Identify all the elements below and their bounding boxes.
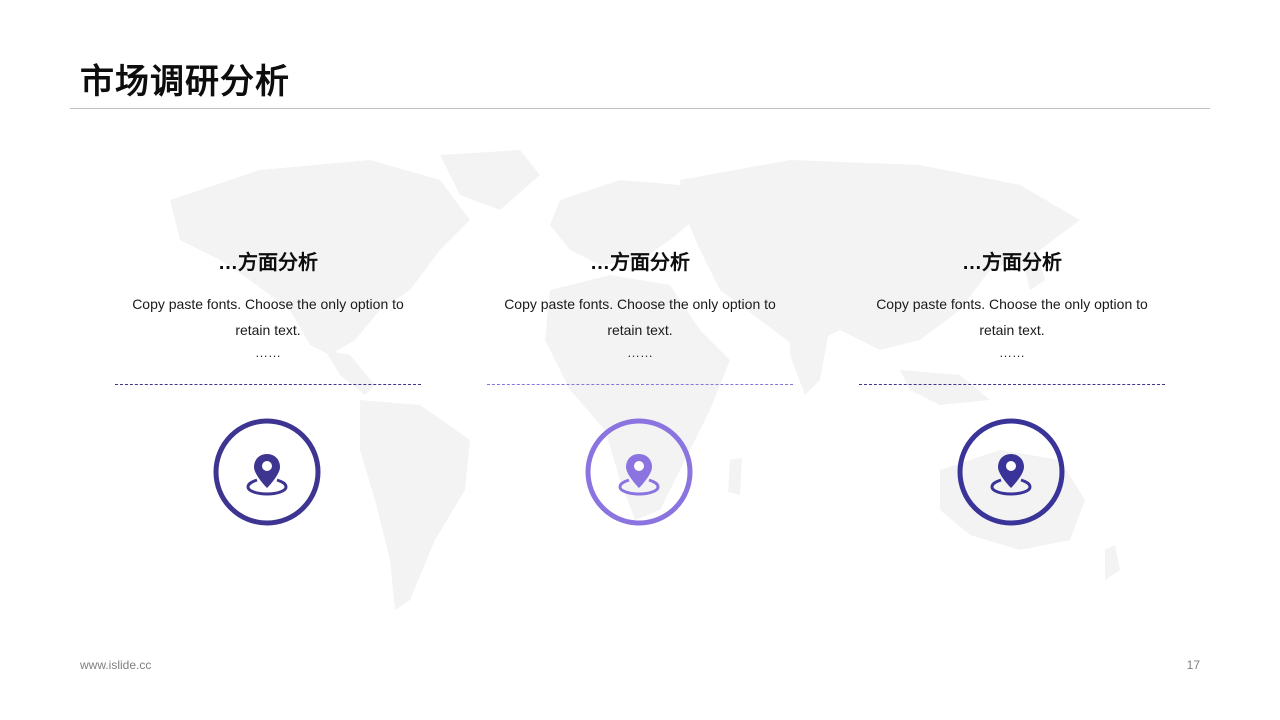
column-heading: …方面分析	[590, 252, 690, 274]
location-pin-icon	[585, 418, 693, 526]
page-title: 市场调研分析	[80, 63, 290, 101]
column-heading: …方面分析	[962, 252, 1062, 274]
dashed-divider-3	[859, 384, 1165, 385]
world-map-background	[170, 150, 1120, 610]
column-ellipsis: ……	[627, 345, 653, 360]
slide: 市场调研分析 …方面分析 Copy paste fonts. Choose th…	[0, 0, 1280, 720]
analysis-column-2: …方面分析 Copy paste fonts. Choose the only …	[487, 245, 793, 363]
location-pin-icon	[213, 418, 321, 526]
dashed-divider-1	[115, 384, 421, 385]
column-body-text: Copy paste fonts. Choose the only option…	[876, 296, 1148, 338]
page-number: 17	[1186, 658, 1200, 672]
column-body-text: Copy paste fonts. Choose the only option…	[132, 296, 404, 338]
column-ellipsis: ……	[255, 345, 281, 360]
analysis-column-3: …方面分析 Copy paste fonts. Choose the only …	[859, 245, 1165, 363]
column-heading: …方面分析	[218, 252, 318, 274]
title-divider	[70, 108, 1210, 109]
footer-website[interactable]: www.islide.cc	[80, 658, 151, 672]
column-body-text: Copy paste fonts. Choose the only option…	[504, 296, 776, 338]
dashed-divider-2	[487, 384, 793, 385]
location-pin-icon	[957, 418, 1065, 526]
analysis-column-1: …方面分析 Copy paste fonts. Choose the only …	[115, 245, 421, 363]
column-ellipsis: ……	[999, 345, 1025, 360]
